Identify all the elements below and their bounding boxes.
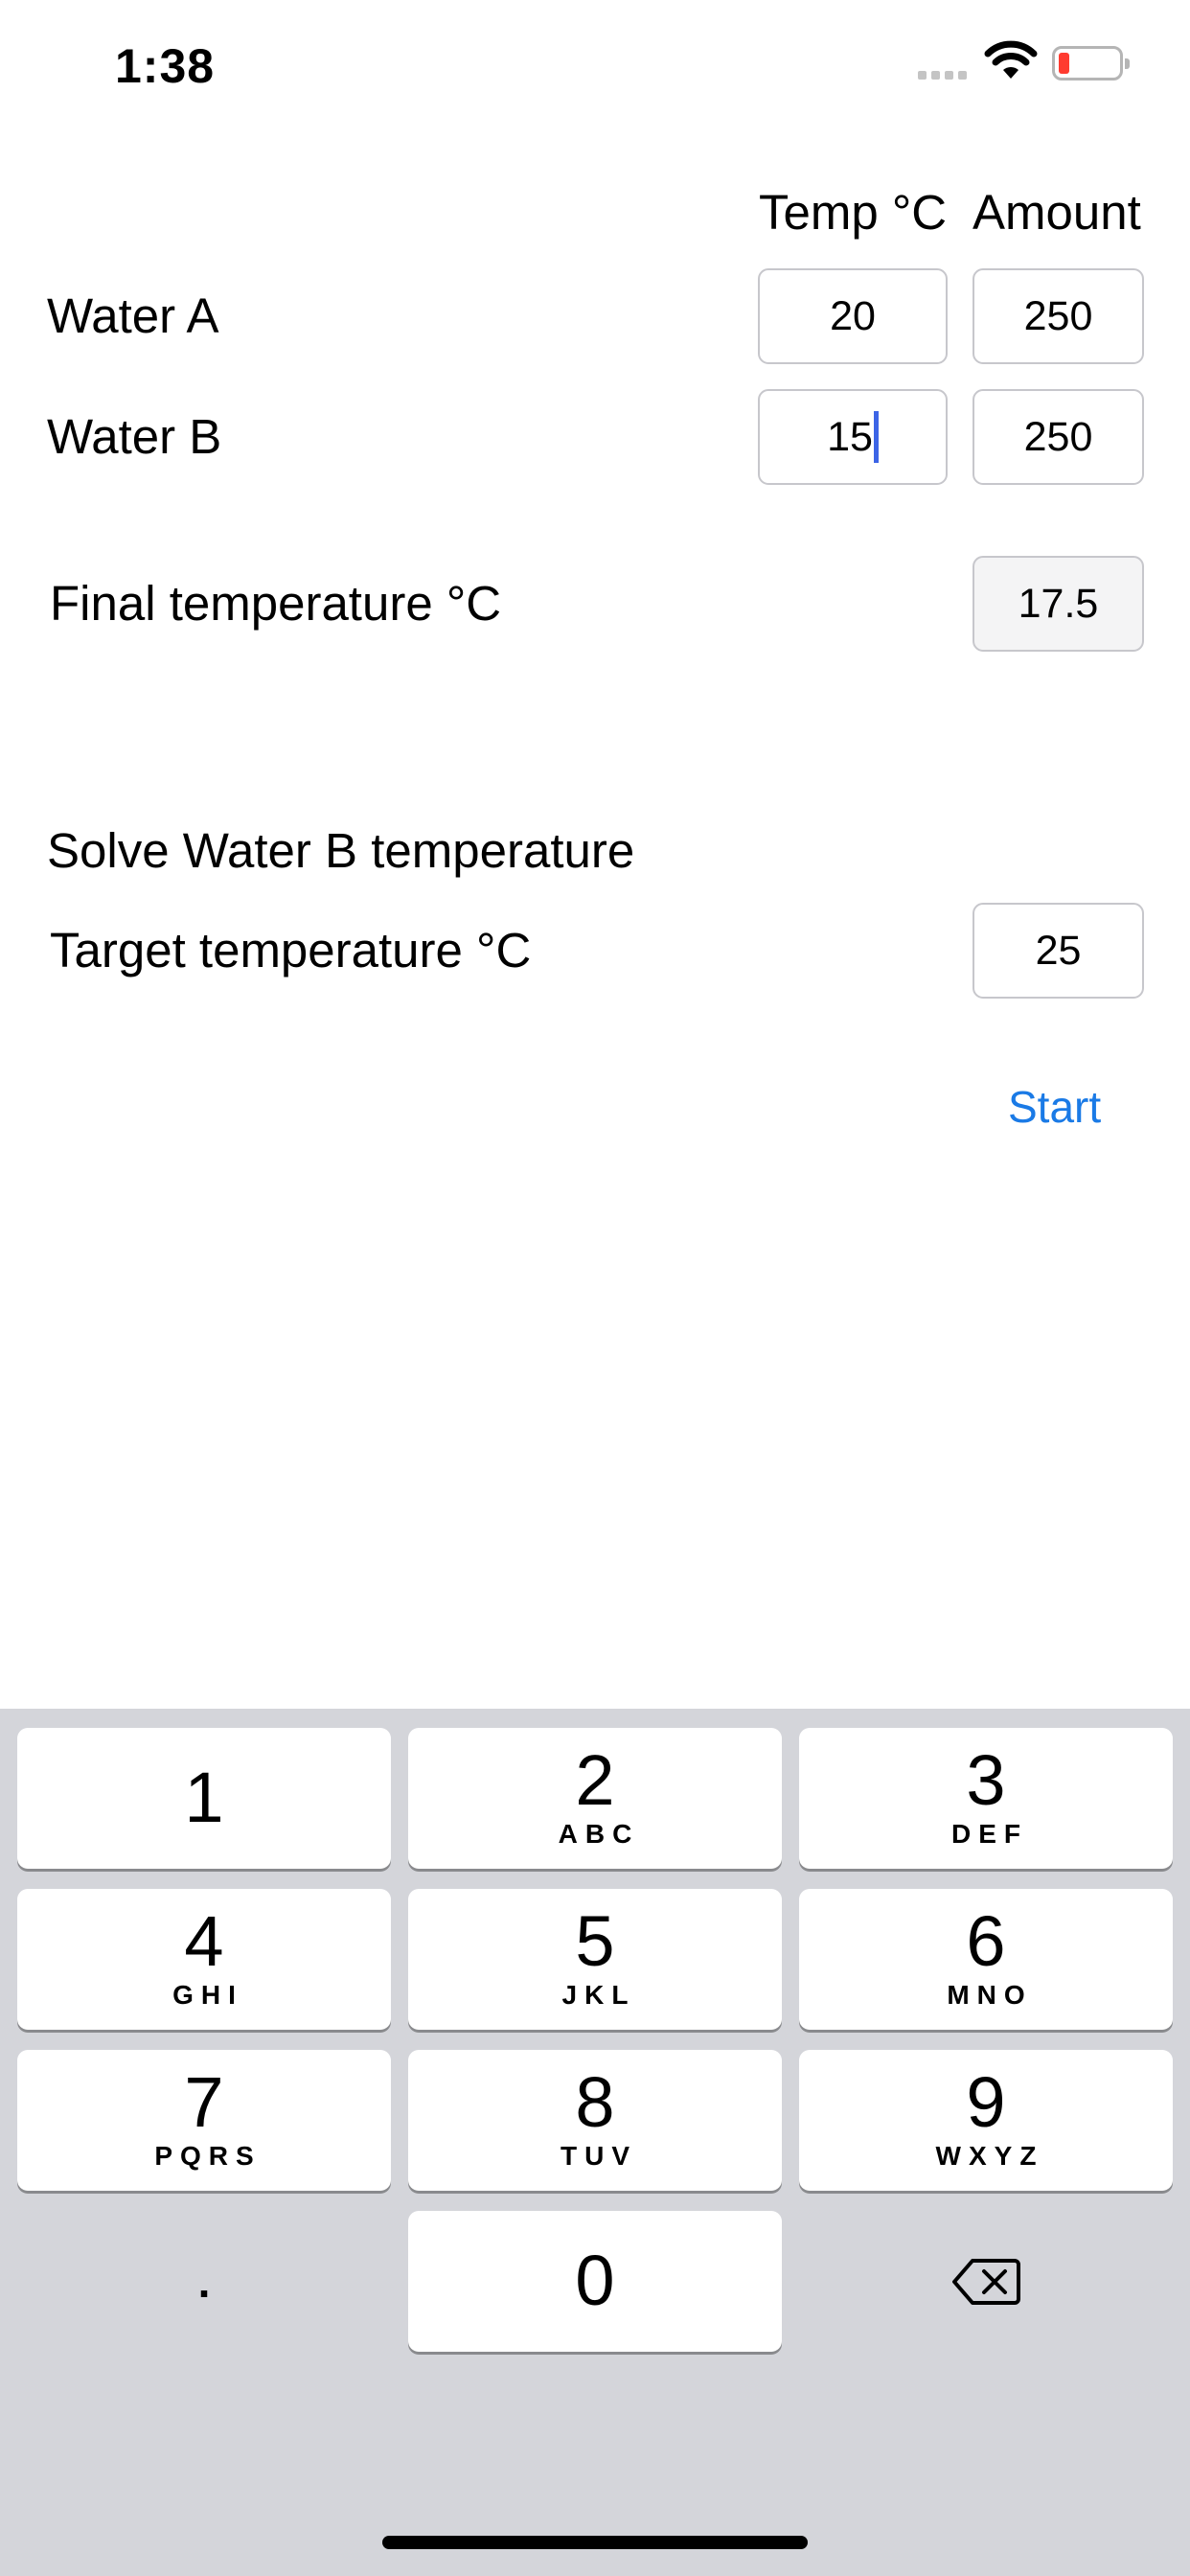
numeric-keypad: 1 2 ABC 3 DEF 4 GHI 5 JKL 6 MNO 7 PQRS 8…	[0, 1709, 1190, 2576]
screen: 1:38 Temp °C Amount Water A 20 250 Water…	[0, 0, 1190, 2576]
cellular-signal-icon	[918, 71, 967, 80]
target-temperature-label: Target temperature °C	[50, 923, 532, 978]
backspace-icon	[952, 2258, 1020, 2305]
water-b-temp-field[interactable]: 15	[758, 389, 948, 485]
key-digit: 7	[184, 2062, 224, 2142]
key-digit: 3	[966, 1740, 1006, 1820]
battery-icon	[1052, 46, 1130, 80]
key-digit: 8	[575, 2062, 615, 2142]
key-letters: MNO	[947, 1980, 1033, 2010]
key-digit: 0	[575, 2241, 615, 2320]
water-a-amount-value: 250	[1023, 292, 1093, 339]
final-temperature-label: Final temperature °C	[50, 576, 502, 631]
water-a-amount-field[interactable]: 250	[973, 268, 1144, 364]
water-a-temp-field[interactable]: 20	[758, 268, 948, 364]
delete-key[interactable]	[799, 2211, 1173, 2352]
key-5[interactable]: 5 JKL	[408, 1889, 782, 2030]
key-2[interactable]: 2 ABC	[408, 1728, 782, 1869]
key-letters: ABC	[558, 1819, 640, 1849]
key-digit: 5	[575, 1901, 615, 1981]
wifi-icon	[984, 40, 1038, 79]
key-8[interactable]: 8 TUV	[408, 2050, 782, 2191]
status-time: 1:38	[115, 39, 216, 93]
key-letters: PQRS	[154, 2141, 262, 2171]
home-indicator[interactable]	[382, 2536, 808, 2549]
target-temperature-field[interactable]: 25	[973, 903, 1144, 999]
key-letters: GHI	[172, 1980, 243, 2010]
key-digit: 2	[575, 1740, 615, 1820]
key-4[interactable]: 4 GHI	[17, 1889, 391, 2030]
key-letters: TUV	[561, 2141, 637, 2171]
key-digit: 9	[966, 2062, 1006, 2142]
temp-column-header: Temp °C	[759, 185, 948, 240]
key-1[interactable]: 1	[17, 1728, 391, 1869]
text-cursor	[873, 411, 879, 463]
water-b-amount-field[interactable]: 250	[973, 389, 1144, 485]
key-digit: 1	[184, 1758, 224, 1837]
key-6[interactable]: 6 MNO	[799, 1889, 1173, 2030]
decimal-key[interactable]: .	[17, 2211, 391, 2352]
key-digit: 6	[966, 1901, 1006, 1981]
water-b-label: Water B	[47, 409, 222, 464]
final-temperature-value: 17.5	[1018, 580, 1099, 627]
water-a-temp-value: 20	[830, 292, 876, 339]
key-letters: WXYZ	[935, 2141, 1044, 2171]
key-letters: DEF	[951, 1819, 1028, 1849]
key-9[interactable]: 9 WXYZ	[799, 2050, 1173, 2191]
final-temperature-field: 17.5	[973, 556, 1144, 652]
key-digit: 4	[184, 1901, 224, 1981]
target-temperature-value: 25	[1035, 927, 1082, 974]
start-button[interactable]: Start	[1008, 1081, 1101, 1133]
key-3[interactable]: 3 DEF	[799, 1728, 1173, 1869]
key-letters: JKL	[561, 1980, 636, 2010]
key-0[interactable]: 0	[408, 2211, 782, 2352]
solve-section-title: Solve Water B temperature	[47, 823, 635, 878]
key-7[interactable]: 7 PQRS	[17, 2050, 391, 2191]
water-a-label: Water A	[47, 288, 219, 343]
water-b-amount-value: 250	[1023, 413, 1093, 460]
water-b-temp-value: 15	[827, 413, 873, 460]
amount-column-header: Amount	[973, 185, 1141, 240]
